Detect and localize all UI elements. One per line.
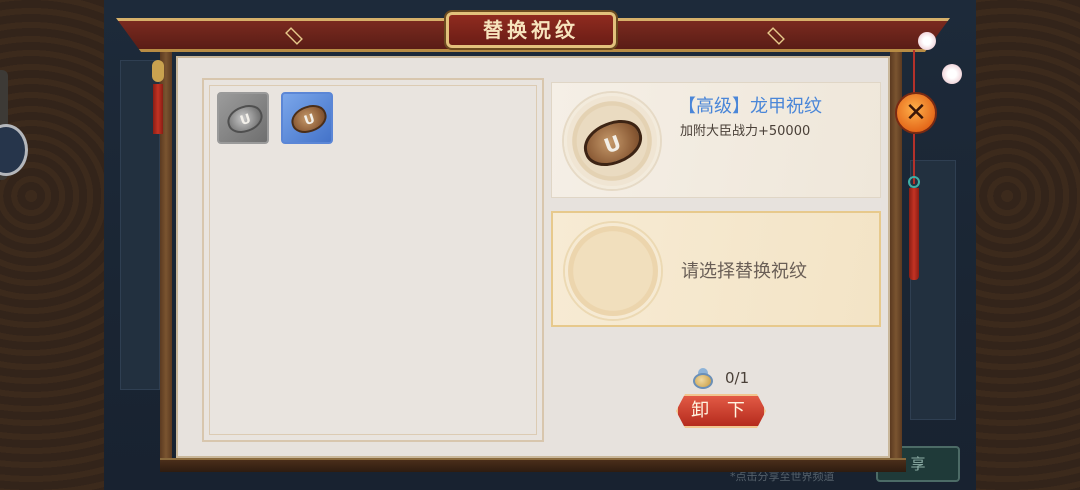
tassel-cord	[913, 50, 915, 96]
current-rune-name: 【高级】龙甲祝纹	[678, 96, 822, 117]
inventory-slot-grey-rune[interactable]: U	[217, 92, 269, 144]
frame-bottom	[160, 458, 906, 472]
rune-icon: U	[287, 101, 331, 137]
cost-counter: 0/1	[725, 369, 750, 387]
background-right-panel	[976, 0, 1080, 490]
close-button[interactable]: ✕	[895, 92, 937, 134]
left-tassel	[152, 60, 164, 134]
title-plaque: 替换祝纹	[446, 12, 616, 48]
inventory-slot-brown-rune[interactable]: U	[281, 92, 333, 144]
rune-glyph: U	[238, 111, 254, 130]
tassel-knot	[152, 60, 164, 82]
rune-icon: U	[577, 113, 649, 173]
tassel-fringe	[909, 188, 919, 280]
tassel-fringe	[153, 84, 163, 134]
rune-glyph: U	[302, 111, 318, 130]
replacement-prompt: 请选择替换祝纹	[681, 261, 807, 282]
empty-rune-medallion	[565, 223, 661, 319]
rune-glyph: U	[600, 130, 625, 159]
dialog-title: 替换祝纹	[483, 18, 579, 42]
current-rune-medallion: U	[564, 93, 660, 189]
blossom-icon	[918, 32, 936, 50]
background-left-panel	[0, 0, 104, 490]
teapot-icon	[690, 367, 716, 391]
unequip-button[interactable]: 卸 下	[676, 394, 766, 428]
blossom-icon	[942, 64, 962, 84]
teapot-body	[693, 373, 713, 389]
tassel-ring	[908, 176, 920, 188]
rune-icon: U	[223, 101, 267, 137]
current-rune-effect: 加附大臣战力+50000	[680, 124, 811, 139]
